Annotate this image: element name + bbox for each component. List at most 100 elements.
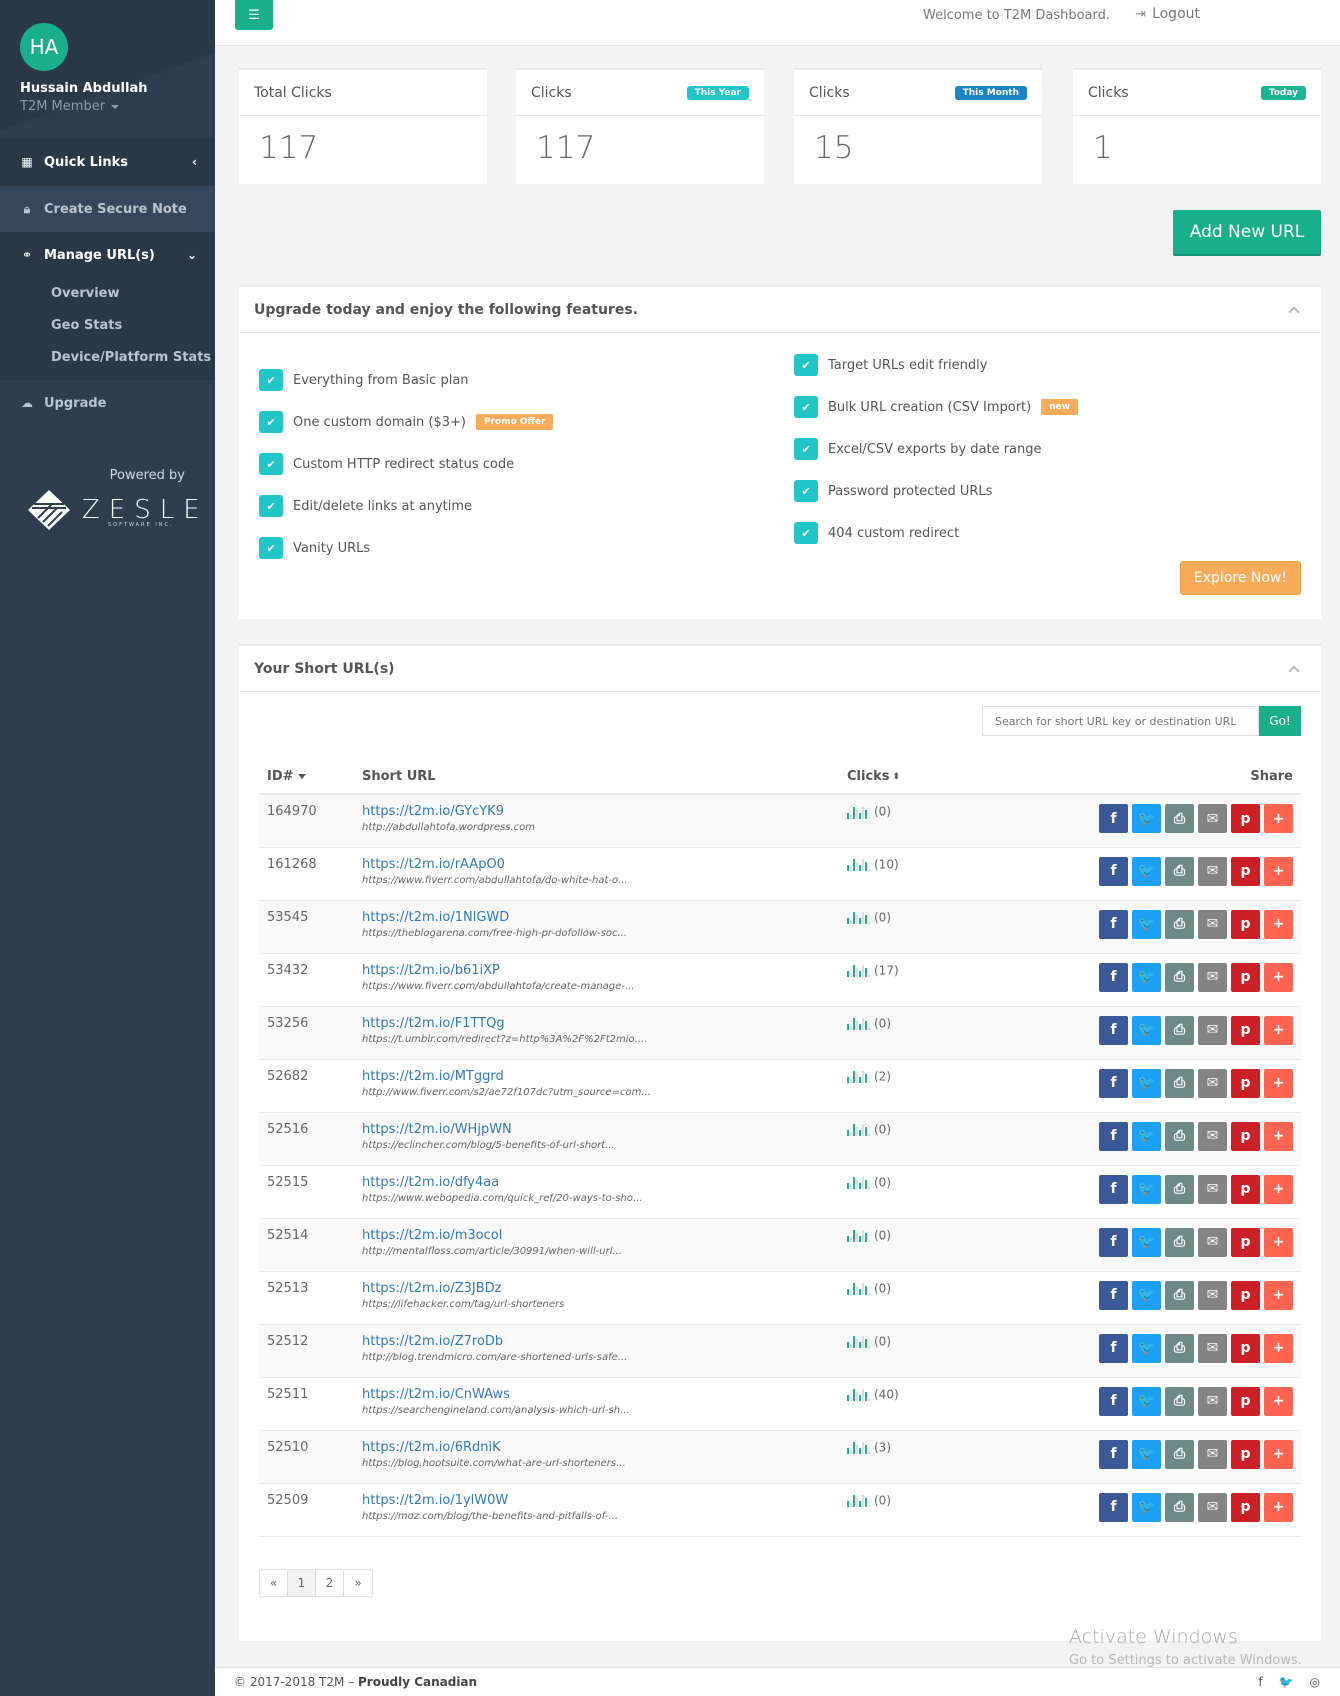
share-print-button[interactable]: ⎙	[1165, 1068, 1194, 1098]
share-pinterest-button[interactable]: p	[1231, 804, 1260, 833]
sidebar-subitem-device-platform-stats[interactable]: Device/Platform Stats	[0, 342, 215, 374]
share-facebook-button[interactable]: f	[1099, 1174, 1128, 1204]
instagram-icon[interactable]: ◎	[1310, 1675, 1320, 1689]
share-print-button[interactable]: ⎙	[1165, 856, 1194, 886]
share-twitter-button[interactable]: 🐦	[1132, 1068, 1161, 1098]
share-email-button[interactable]: ✉	[1198, 962, 1227, 992]
menu-toggle-button[interactable]: ☰	[235, 0, 273, 30]
sparkline-chart-icon[interactable]	[847, 963, 870, 977]
share-pinterest-button[interactable]: p	[1231, 1386, 1260, 1416]
share-facebook-button[interactable]: f	[1099, 1015, 1128, 1045]
sparkline-chart-icon[interactable]	[847, 1122, 870, 1136]
share-pinterest-button[interactable]: p	[1231, 1227, 1260, 1257]
sparkline-chart-icon[interactable]	[847, 1440, 870, 1454]
share-email-button[interactable]: ✉	[1198, 1333, 1227, 1363]
share-more-button[interactable]: +	[1264, 1068, 1293, 1098]
share-print-button[interactable]: ⎙	[1165, 1121, 1194, 1151]
sparkline-chart-icon[interactable]	[847, 1493, 870, 1507]
share-email-button[interactable]: ✉	[1198, 1015, 1227, 1045]
share-pinterest-button[interactable]: p	[1231, 1492, 1260, 1522]
share-twitter-button[interactable]: 🐦	[1132, 1280, 1161, 1310]
share-more-button[interactable]: +	[1264, 962, 1293, 992]
share-more-button[interactable]: +	[1264, 909, 1293, 939]
share-more-button[interactable]: +	[1264, 1386, 1293, 1416]
share-more-button[interactable]: +	[1264, 856, 1293, 886]
share-pinterest-button[interactable]: p	[1231, 1174, 1260, 1204]
share-more-button[interactable]: +	[1264, 1227, 1293, 1257]
share-email-button[interactable]: ✉	[1198, 856, 1227, 886]
pagination-next-button[interactable]: »	[344, 1570, 372, 1596]
short-url-link[interactable]: https://t2m.io/m3ocol	[362, 1228, 831, 1243]
share-facebook-button[interactable]: f	[1099, 1386, 1128, 1416]
share-print-button[interactable]: ⎙	[1165, 1492, 1194, 1522]
short-url-link[interactable]: https://t2m.io/GYcYK9	[362, 804, 831, 819]
pagination-prev-button[interactable]: «	[260, 1570, 288, 1596]
explore-now-button[interactable]: Explore Now!	[1179, 561, 1301, 595]
share-twitter-button[interactable]: 🐦	[1132, 1015, 1161, 1045]
share-twitter-button[interactable]: 🐦	[1132, 962, 1161, 992]
sparkline-chart-icon[interactable]	[847, 1175, 870, 1189]
share-email-button[interactable]: ✉	[1198, 1121, 1227, 1151]
sparkline-chart-icon[interactable]	[847, 857, 870, 871]
share-print-button[interactable]: ⎙	[1165, 909, 1194, 939]
sparkline-chart-icon[interactable]	[847, 805, 870, 819]
share-print-button[interactable]: ⎙	[1165, 1333, 1194, 1363]
share-more-button[interactable]: +	[1264, 1333, 1293, 1363]
share-twitter-button[interactable]: 🐦	[1132, 1174, 1161, 1204]
share-pinterest-button[interactable]: p	[1231, 1015, 1260, 1045]
short-url-link[interactable]: https://t2m.io/dfy4aa	[362, 1175, 831, 1190]
short-url-link[interactable]: https://t2m.io/MTggrd	[362, 1069, 831, 1084]
share-print-button[interactable]: ⎙	[1165, 1439, 1194, 1469]
share-pinterest-button[interactable]: p	[1231, 1068, 1260, 1098]
share-email-button[interactable]: ✉	[1198, 1492, 1227, 1522]
share-email-button[interactable]: ✉	[1198, 1386, 1227, 1416]
share-more-button[interactable]: +	[1264, 1492, 1293, 1522]
search-input[interactable]	[982, 706, 1259, 736]
share-pinterest-button[interactable]: p	[1231, 1280, 1260, 1310]
collapse-chevron-up-icon[interactable]	[1288, 305, 1300, 318]
share-facebook-button[interactable]: f	[1099, 1333, 1128, 1363]
share-email-button[interactable]: ✉	[1198, 1280, 1227, 1310]
share-twitter-button[interactable]: 🐦	[1132, 804, 1161, 833]
column-header-clicks[interactable]: Clicks ⬍	[839, 760, 1039, 795]
share-print-button[interactable]: ⎙	[1165, 1386, 1194, 1416]
sparkline-chart-icon[interactable]	[847, 1069, 870, 1083]
share-pinterest-button[interactable]: p	[1231, 909, 1260, 939]
share-email-button[interactable]: ✉	[1198, 804, 1227, 833]
logout-button[interactable]: ⇥ Logout	[1135, 6, 1200, 22]
share-twitter-button[interactable]: 🐦	[1132, 1492, 1161, 1522]
share-more-button[interactable]: +	[1264, 1439, 1293, 1469]
column-header-id[interactable]: ID#	[259, 760, 354, 795]
share-twitter-button[interactable]: 🐦	[1132, 1333, 1161, 1363]
sparkline-chart-icon[interactable]	[847, 1016, 870, 1030]
share-twitter-button[interactable]: 🐦	[1132, 1439, 1161, 1469]
share-pinterest-button[interactable]: p	[1231, 962, 1260, 992]
share-pinterest-button[interactable]: p	[1231, 1439, 1260, 1469]
share-email-button[interactable]: ✉	[1198, 1227, 1227, 1257]
share-twitter-button[interactable]: 🐦	[1132, 909, 1161, 939]
share-pinterest-button[interactable]: p	[1231, 1333, 1260, 1363]
share-print-button[interactable]: ⎙	[1165, 1227, 1194, 1257]
share-twitter-button[interactable]: 🐦	[1132, 1227, 1161, 1257]
sparkline-chart-icon[interactable]	[847, 1281, 870, 1295]
share-print-button[interactable]: ⎙	[1165, 962, 1194, 992]
share-print-button[interactable]: ⎙	[1165, 804, 1194, 833]
short-url-link[interactable]: https://t2m.io/Z3JBDz	[362, 1281, 831, 1296]
sidebar-subitem-geo-stats[interactable]: Geo Stats	[0, 310, 215, 342]
sidebar-subitem-overview[interactable]: Overview	[0, 278, 215, 310]
add-new-url-button[interactable]: Add New URL	[1173, 210, 1321, 256]
sidebar-item-quick-links[interactable]: ▦ Quick Links ‹	[0, 138, 215, 186]
share-more-button[interactable]: +	[1264, 1280, 1293, 1310]
share-email-button[interactable]: ✉	[1198, 909, 1227, 939]
share-print-button[interactable]: ⎙	[1165, 1280, 1194, 1310]
pagination-page-2[interactable]: 2	[316, 1570, 344, 1596]
share-facebook-button[interactable]: f	[1099, 856, 1128, 886]
short-url-link[interactable]: https://t2m.io/F1TTQg	[362, 1016, 831, 1031]
short-url-link[interactable]: https://t2m.io/1ylW0W	[362, 1493, 831, 1508]
sparkline-chart-icon[interactable]	[847, 910, 870, 924]
short-url-link[interactable]: https://t2m.io/6RdniK	[362, 1440, 831, 1455]
share-facebook-button[interactable]: f	[1099, 804, 1128, 833]
short-url-link[interactable]: https://t2m.io/CnWAws	[362, 1387, 831, 1402]
share-twitter-button[interactable]: 🐦	[1132, 856, 1161, 886]
sparkline-chart-icon[interactable]	[847, 1228, 870, 1242]
